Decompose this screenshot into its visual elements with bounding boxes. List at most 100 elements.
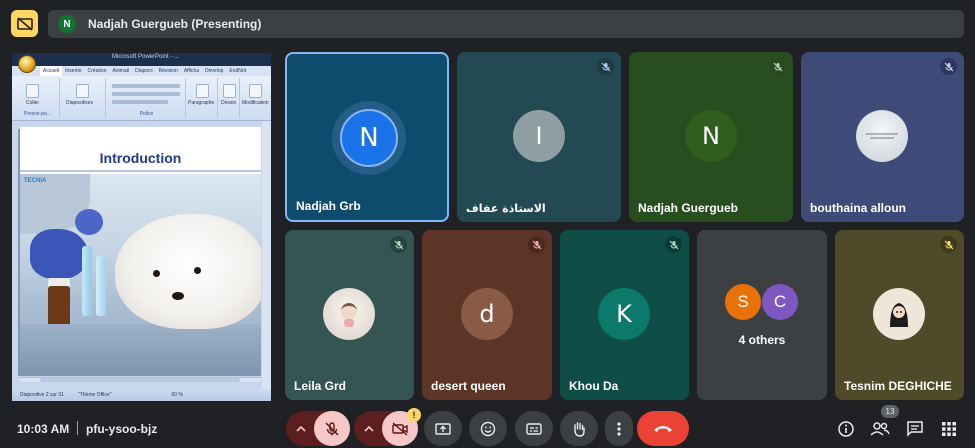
presenter-label: Nadjah Guergueb (Presenting) — [88, 17, 262, 31]
avatar-image — [856, 110, 908, 162]
shared-screen[interactable]: Microsoft PowerPoint - ... Accueil Inser… — [12, 53, 271, 401]
people-icon — [870, 422, 890, 436]
font-format-row — [112, 92, 180, 96]
participant-tile[interactable]: Leila Grd — [285, 230, 414, 400]
participant-name: Tesnim DEGHICHE — [844, 379, 952, 393]
lab-table — [20, 324, 261, 374]
office-button-icon — [18, 55, 36, 73]
mic-off-icon — [769, 58, 786, 75]
scroll-thumb — [40, 378, 240, 382]
font-color-row — [112, 100, 168, 104]
camera-options-button[interactable] — [357, 411, 381, 446]
chevron-up-icon — [296, 425, 306, 432]
ribbon-tab: Diaporo — [135, 68, 153, 74]
participant-tile[interactable]: d desert queen — [422, 230, 552, 400]
leave-call-button[interactable] — [637, 411, 689, 446]
videocam-off-icon — [392, 421, 408, 436]
drawing-label: Dessin — [221, 100, 237, 106]
participant-name: bouthaina alloun — [810, 201, 906, 215]
presentation-off-icon[interactable] — [11, 10, 38, 37]
ribbon-tab: Dévelop — [205, 68, 224, 74]
slide-logo: TECNIA — [24, 178, 47, 184]
avatar: K — [598, 288, 650, 340]
group-label: Presse-pa... — [24, 111, 51, 117]
editing-label: Modification — [242, 100, 269, 106]
meeting-time: 10:03 AM — [17, 422, 70, 436]
camera-warning-badge: ! — [407, 408, 421, 422]
slides-icon — [76, 84, 89, 98]
theme-name: "Thème Office" — [77, 392, 112, 398]
dog-eye — [153, 270, 160, 277]
paragraph-icon — [196, 84, 209, 98]
glove-fingers — [75, 209, 103, 235]
avatar: I — [513, 110, 565, 162]
chevron-up-icon — [364, 425, 374, 432]
people-count-badge: 13 — [881, 405, 899, 418]
slide-photo: TECNIA — [20, 174, 261, 374]
ribbon-group-paragraph: Paragraphe — [188, 78, 218, 118]
mic-options-button[interactable] — [289, 411, 313, 446]
participant-tile[interactable]: N Nadjah Grb — [285, 52, 449, 222]
present-screen-icon — [435, 422, 451, 435]
paste-icon — [26, 84, 39, 98]
mic-toggle-button[interactable] — [314, 411, 350, 446]
participant-tile[interactable]: Tesnim DEGHICHE — [835, 230, 964, 400]
test-tube — [96, 256, 106, 316]
participant-tile[interactable]: K Khou Da — [560, 230, 689, 400]
present-screen-button[interactable] — [424, 411, 462, 446]
chat-button[interactable] — [904, 418, 926, 440]
leave-call-icon — [654, 425, 672, 432]
avatar-image — [873, 288, 925, 340]
participant-tile[interactable]: bouthaina alloun — [801, 52, 964, 222]
avatar: N — [340, 109, 398, 167]
mic-off-icon — [940, 236, 957, 253]
ribbon-tab: Insertio — [65, 68, 82, 74]
ribbon-group-clipboard: Coller Presse-pa... — [16, 78, 60, 118]
ribbon-group-editing: Modification — [242, 78, 270, 118]
activities-icon — [942, 422, 956, 436]
participant-tile[interactable]: I الاستاذة عفاف — [457, 52, 621, 222]
mic-off-icon — [665, 236, 682, 253]
more-options-button[interactable] — [605, 411, 633, 446]
others-count-label: 4 others — [738, 333, 786, 347]
activities-button[interactable] — [938, 418, 960, 440]
zoom-level: 60 % — [171, 392, 183, 398]
captions-button[interactable] — [515, 411, 553, 446]
mic-off-icon — [390, 236, 407, 253]
info-icon — [838, 421, 854, 437]
slide-title: Introduction — [99, 150, 182, 166]
dog-eye — [194, 267, 201, 274]
ribbon-tab: Création — [87, 68, 107, 74]
participant-tile[interactable]: N Nadjah Guergueb — [629, 52, 793, 222]
ribbon-tab: Révision — [158, 68, 178, 74]
avatar: S — [725, 284, 761, 320]
presenter-avatar: N — [58, 15, 76, 33]
mic-off-icon — [940, 58, 957, 75]
ribbon-tab: EndNot — [229, 68, 247, 74]
ribbon-tabs: Accueil Insertio Création Animati Diapor… — [12, 66, 271, 76]
ribbon-tab: Accueil — [40, 66, 63, 76]
participant-name: Nadjah Guergueb — [638, 201, 739, 215]
meeting-code: pfu-ysoo-bjz — [86, 422, 158, 436]
avatar: N — [685, 110, 737, 162]
ppt-vertical-scrollbar — [262, 121, 271, 389]
ribbon-tab: Afficha — [183, 68, 200, 74]
mic-off-icon — [325, 421, 339, 435]
raise-hand-icon — [574, 421, 585, 437]
paste-label: Coller — [26, 100, 40, 106]
group-label: Police — [139, 111, 154, 117]
ppt-doc-title: Microsoft PowerPoint - ... — [112, 54, 180, 60]
others-tile[interactable]: S C 4 others — [697, 230, 827, 400]
drawing-icon — [223, 84, 236, 98]
participant-name: Khou Da — [569, 379, 619, 393]
raise-hand-button[interactable] — [560, 411, 598, 446]
glove — [30, 229, 88, 279]
avatar-image — [323, 288, 375, 340]
slide-counter: Diapositive 2 sur 31 — [20, 392, 64, 398]
dog — [115, 214, 261, 329]
emoji-button[interactable] — [469, 411, 507, 446]
people-button[interactable] — [869, 418, 891, 440]
emoji-icon — [480, 421, 496, 436]
meeting-info-button[interactable] — [835, 418, 857, 440]
slides-label: Diapositives — [66, 100, 93, 106]
